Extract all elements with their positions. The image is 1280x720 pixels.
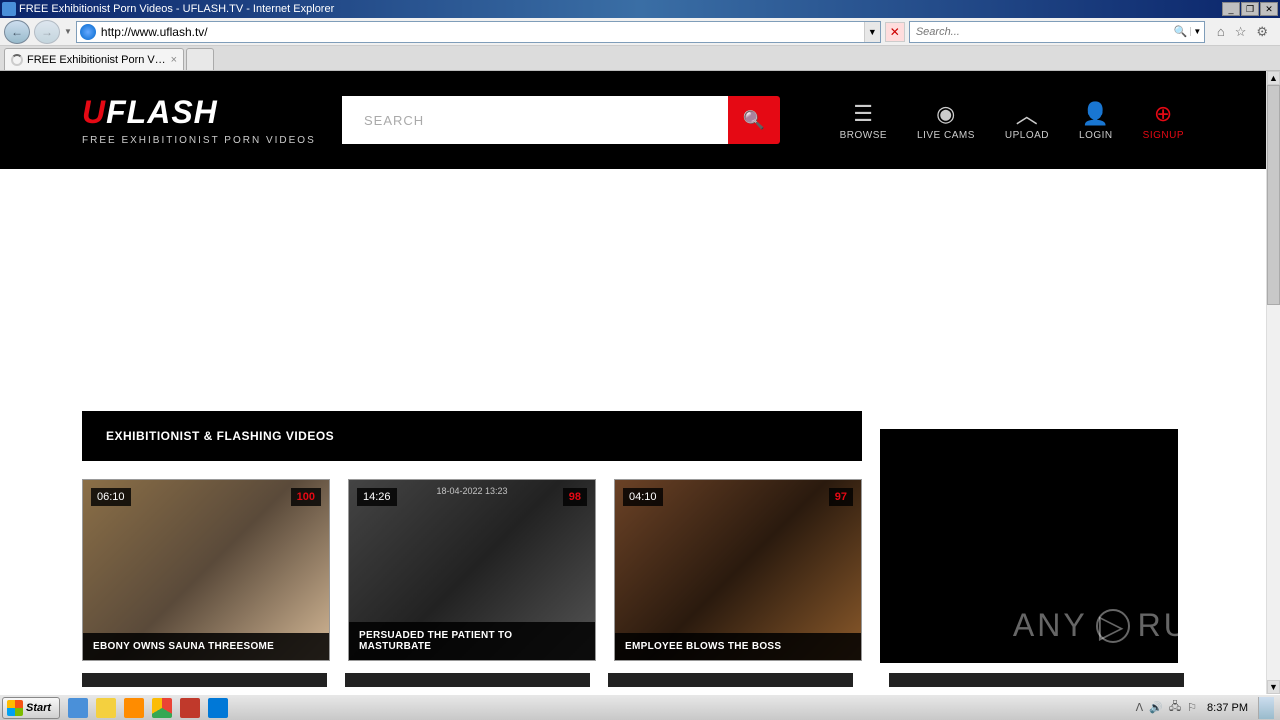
video-card[interactable] <box>608 673 853 687</box>
video-card[interactable] <box>889 673 1184 687</box>
stop-reload-button[interactable]: ✕ <box>885 22 905 42</box>
minimize-button[interactable]: _ <box>1222 2 1240 16</box>
site-search: 🔍 <box>342 96 780 144</box>
site-header: UFLASH FREE EXHIBITIONIST PORN VIDEOS 🔍 … <box>0 71 1266 169</box>
vertical-scrollbar[interactable]: ▲ ▼ <box>1266 71 1280 694</box>
forward-button[interactable]: → <box>34 20 60 44</box>
show-desktop-button[interactable] <box>1258 697 1274 719</box>
tray-volume-icon[interactable]: 🔊 <box>1149 701 1163 714</box>
scroll-up-arrow[interactable]: ▲ <box>1267 71 1280 85</box>
video-score: 97 <box>829 488 853 506</box>
start-button[interactable]: Start <box>2 697 60 719</box>
tray-flag-icon[interactable]: ⚐ <box>1187 701 1197 714</box>
nav-login[interactable]: 👤 LOGIN <box>1079 100 1113 141</box>
globe-icon <box>80 24 96 40</box>
taskbar-app-icon[interactable] <box>180 698 200 718</box>
maximize-button[interactable]: ❐ <box>1241 2 1259 16</box>
browser-search-input[interactable] <box>910 26 1174 38</box>
address-bar[interactable]: http://www.uflash.tv/ ▼ <box>76 21 881 43</box>
page-content: UFLASH FREE EXHIBITIONIST PORN VIDEOS 🔍 … <box>0 71 1266 694</box>
system-clock[interactable]: 8:37 PM <box>1203 702 1252 714</box>
window-title: FREE Exhibitionist Porn Videos - UFLASH.… <box>19 3 1221 15</box>
sidebar-ad-slot[interactable] <box>880 429 1178 663</box>
video-title: EBONY OWNS SAUNA THREESOME <box>83 633 329 660</box>
nav-upload[interactable]: ︿ UPLOAD <box>1005 100 1049 141</box>
windows-logo-icon <box>7 700 23 716</box>
video-card[interactable] <box>82 673 327 687</box>
taskbar-media-icon[interactable] <box>124 698 144 718</box>
user-icon: 👤 <box>1079 100 1113 128</box>
video-score: 98 <box>563 488 587 506</box>
video-duration: 06:10 <box>91 488 131 506</box>
plus-circle-icon: ⊕ <box>1143 100 1184 128</box>
logo-u: U <box>82 94 106 130</box>
nav-browse[interactable]: ☰ BROWSE <box>840 100 887 141</box>
tab-title: FREE Exhibitionist Porn Video... <box>27 54 167 66</box>
search-provider-dropdown[interactable]: ▼ <box>1190 27 1204 36</box>
taskbar-explorer-icon[interactable] <box>96 698 116 718</box>
nav-livecams[interactable]: ◉ LIVE CAMS <box>917 100 975 141</box>
site-logo[interactable]: UFLASH FREE EXHIBITIONIST PORN VIDEOS <box>82 94 342 146</box>
browser-tab[interactable]: FREE Exhibitionist Porn Video... × <box>4 48 184 70</box>
webcam-icon: ◉ <box>917 100 975 128</box>
site-search-button[interactable]: 🔍 <box>728 96 780 144</box>
nav-history-dropdown[interactable]: ▼ <box>64 27 72 36</box>
video-timestamp-overlay: 18-04-2022 13:23 <box>436 486 507 496</box>
tray-expand-icon[interactable]: ᐱ <box>1136 701 1144 714</box>
video-score: 100 <box>291 488 321 506</box>
new-tab-button[interactable] <box>186 48 214 70</box>
video-card[interactable]: 04:10 97 EMPLOYEE BLOWS THE BOSS <box>614 479 862 661</box>
nav-signup[interactable]: ⊕ SIGNUP <box>1143 100 1184 141</box>
taskbar-ie-icon[interactable] <box>68 698 88 718</box>
tools-icon[interactable]: ⚙ <box>1256 24 1268 40</box>
upload-icon: ︿ <box>1005 100 1049 128</box>
hamburger-icon: ☰ <box>840 100 887 128</box>
video-title: PERSUADED THE PATIENT TO MASTURBATE <box>349 622 595 660</box>
video-duration: 04:10 <box>623 488 663 506</box>
home-icon[interactable]: ⌂ <box>1217 24 1225 40</box>
favorites-icon[interactable]: ☆ <box>1235 24 1247 40</box>
scroll-down-arrow[interactable]: ▼ <box>1267 680 1280 694</box>
close-button[interactable]: ✕ <box>1260 2 1278 16</box>
ie-icon <box>2 2 16 16</box>
video-duration: 14:26 <box>357 488 397 506</box>
url-dropdown[interactable]: ▼ <box>864 22 880 42</box>
video-card[interactable]: 06:10 100 EBONY OWNS SAUNA THREESOME <box>82 479 330 661</box>
windows-taskbar: Start ᐱ 🔊 🖧 ⚐ 8:37 PM <box>0 694 1280 720</box>
browser-search-box[interactable]: 🔍 ▼ <box>909 21 1205 43</box>
logo-rest: FLASH <box>106 94 218 130</box>
scroll-thumb[interactable] <box>1267 85 1280 305</box>
site-tagline: FREE EXHIBITIONIST PORN VIDEOS <box>82 135 342 146</box>
search-icon[interactable]: 🔍 <box>1174 25 1190 38</box>
taskbar-chrome-icon[interactable] <box>152 698 172 718</box>
video-title: EMPLOYEE BLOWS THE BOSS <box>615 633 861 660</box>
tab-close-icon[interactable]: × <box>171 54 177 66</box>
video-card[interactable] <box>345 673 590 687</box>
taskbar-edge-icon[interactable] <box>208 698 228 718</box>
back-button[interactable]: ← <box>4 20 30 44</box>
window-title-bar: FREE Exhibitionist Porn Videos - UFLASH.… <box>0 0 1280 18</box>
site-search-input[interactable] <box>342 96 728 144</box>
browser-nav-bar: ← → ▼ http://www.uflash.tv/ ▼ ✕ 🔍 ▼ ⌂ ☆ … <box>0 18 1280 46</box>
loading-spinner-icon <box>11 54 23 66</box>
section-title: EXHIBITIONIST & FLASHING VIDEOS <box>82 411 862 461</box>
tab-bar: FREE Exhibitionist Porn Video... × <box>0 46 1280 71</box>
video-card[interactable]: 18-04-2022 13:23 14:26 98 PERSUADED THE … <box>348 479 596 661</box>
url-text: http://www.uflash.tv/ <box>99 25 864 39</box>
tray-network-icon[interactable]: 🖧 <box>1169 698 1181 717</box>
